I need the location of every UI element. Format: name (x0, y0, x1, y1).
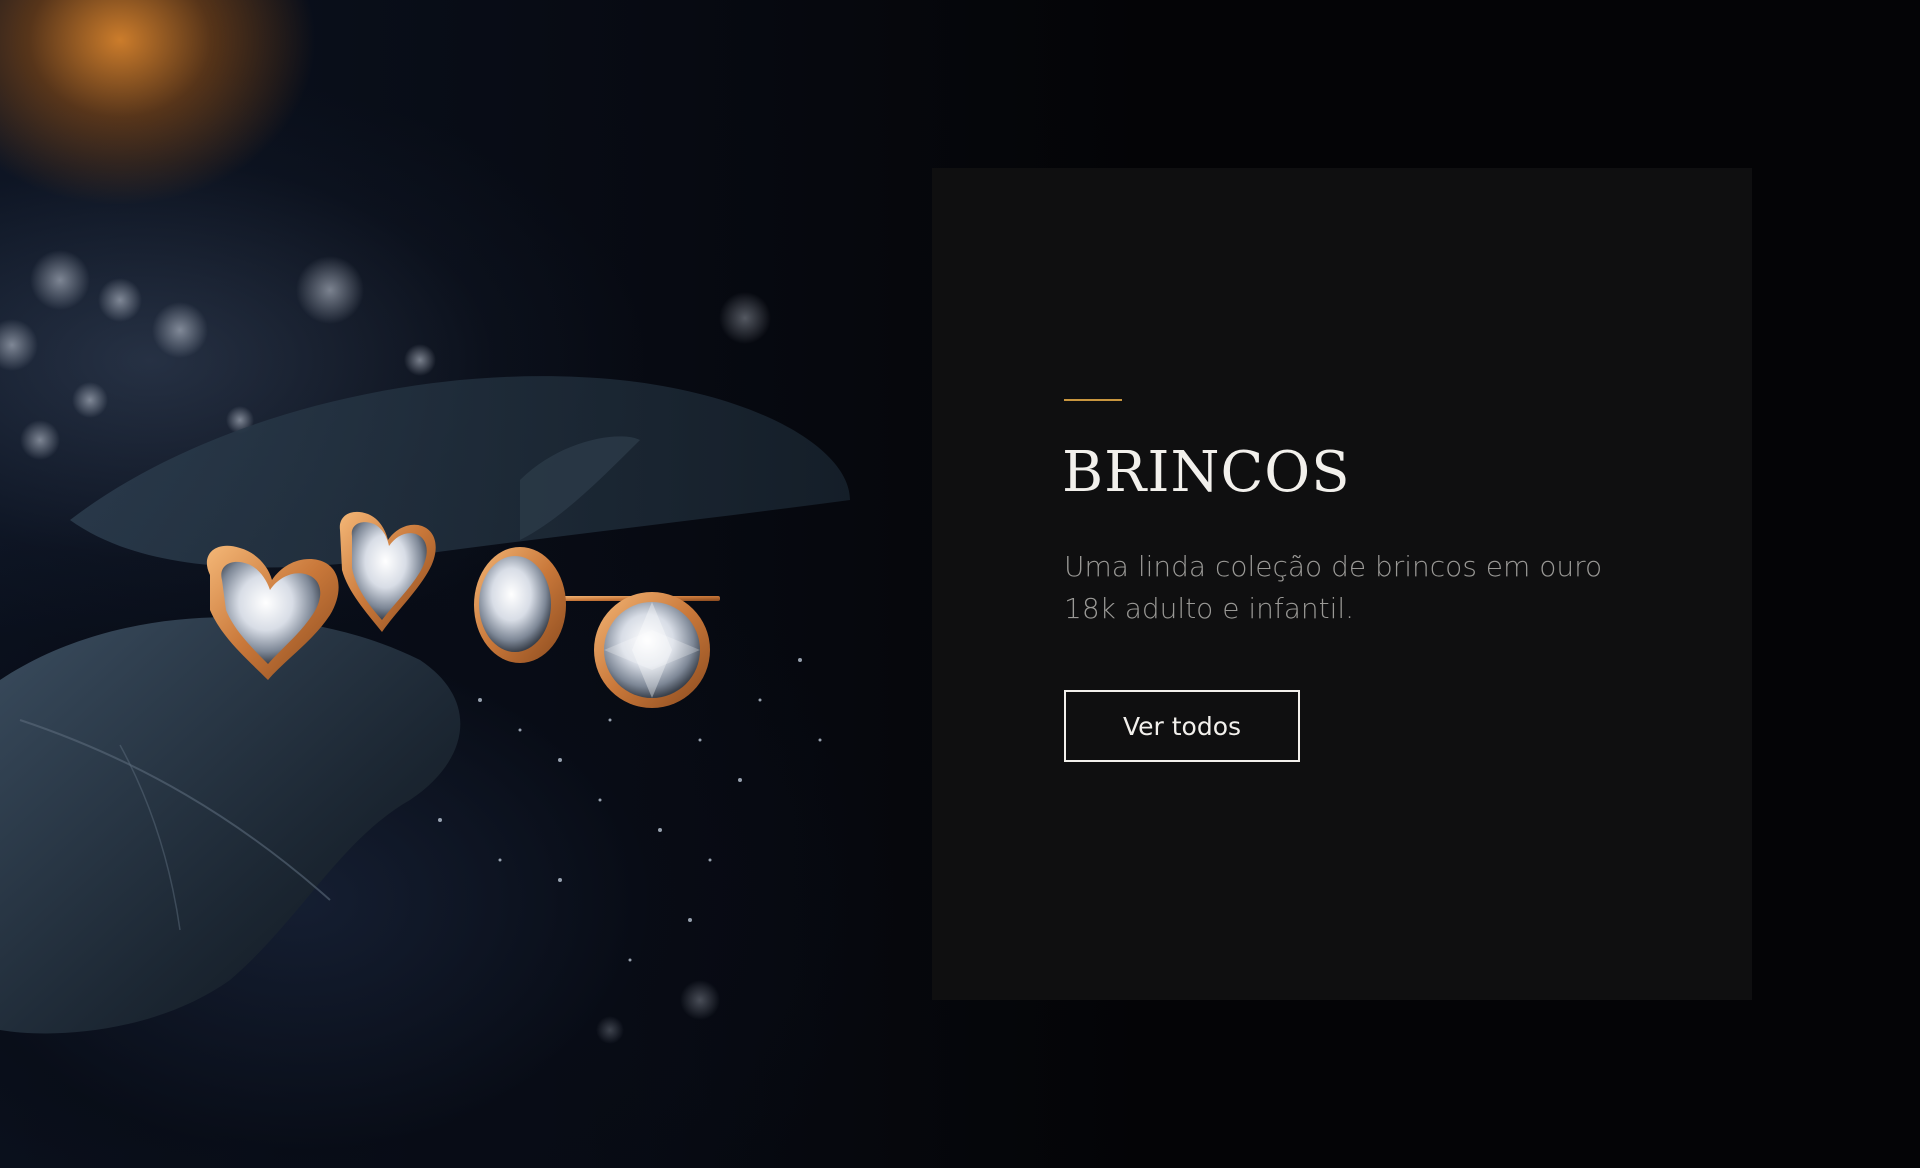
category-card: BRINCOS Uma linda coleção de brincos em … (932, 168, 1752, 1000)
earrings-illustration (0, 250, 850, 1044)
view-all-button[interactable]: Ver todos (1064, 690, 1300, 762)
category-description: Uma linda coleção de brincos em ouro 18k… (1064, 550, 1603, 625)
accent-divider (1064, 399, 1122, 401)
category-title: BRINCOS (1062, 440, 1351, 505)
